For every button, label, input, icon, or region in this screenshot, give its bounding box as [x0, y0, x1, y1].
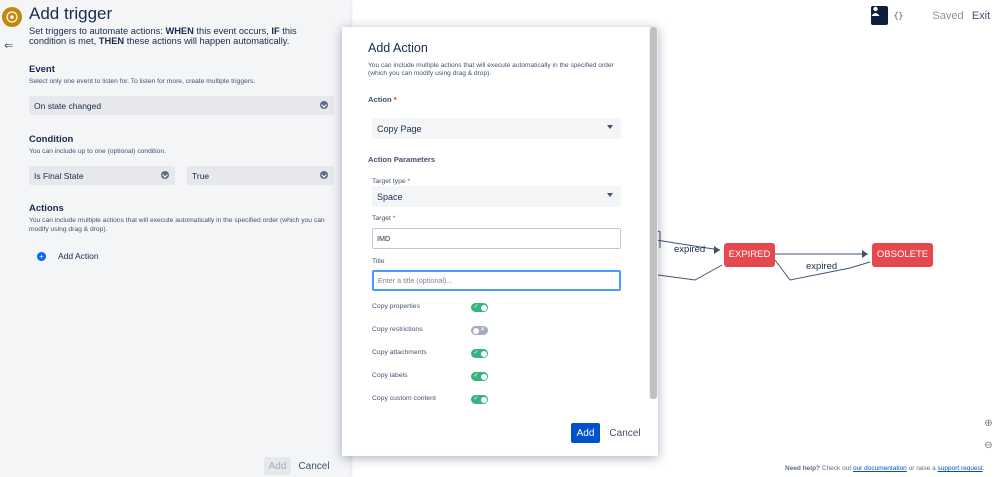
toggle-label: Copy restrictions [372, 326, 423, 333]
desc-text: this event occurs, [196, 26, 269, 36]
need-help-label: Need help? [785, 465, 821, 472]
actions-subtitle: You can include multiple actions that wi… [29, 217, 325, 233]
app-logo-icon [2, 7, 22, 27]
desc-keyword: THEN [98, 36, 125, 46]
title-label: Title [372, 258, 385, 265]
title-input[interactable] [372, 270, 621, 291]
add-action-button[interactable]: + Add Action [37, 251, 99, 261]
trigger-description: Set triggers to automate actions: WHEN t… [29, 26, 334, 46]
panel-add-button[interactable]: Add [264, 457, 291, 475]
copy-attachments-toggle[interactable]: ✓ [471, 349, 488, 358]
state-label-expired: EXPIRED [728, 249, 771, 260]
condition-title: Condition [29, 134, 74, 145]
desc-keyword: WHEN [165, 26, 194, 36]
add-trigger-panel: Add trigger ⇐ Set triggers to automate a… [0, 0, 350, 477]
actions-title: Actions [29, 203, 64, 214]
desc-keyword: IF [271, 26, 280, 36]
footer-period: . [982, 465, 985, 472]
modal-add-button[interactable]: Add [571, 423, 600, 443]
caret-down-icon [607, 193, 613, 197]
modal-cancel-button[interactable]: Cancel [607, 423, 643, 443]
event-select-value: On state changed [34, 100, 102, 111]
check-out-text: Check out [821, 465, 852, 472]
action-label-text: Action [368, 95, 392, 104]
copy-custom-content-toggle[interactable]: ✓ [471, 395, 488, 404]
zoom-out-icon[interactable]: ⊖ [982, 439, 995, 452]
copy-labels-toggle[interactable]: ✓ [471, 372, 488, 381]
panel-title: Add trigger [29, 4, 113, 23]
caret-down-icon [607, 125, 613, 129]
copy-restrictions-toggle[interactable]: ✕ [471, 326, 488, 335]
desc-text: is met, [68, 36, 97, 46]
toggle-label: Copy custom content [372, 395, 436, 402]
event-title: Event [29, 64, 55, 75]
desc-text: these actions will happen automatically. [126, 36, 290, 46]
connector-line [657, 264, 723, 281]
zoom-in-icon[interactable]: ⊕ [982, 417, 995, 430]
toggle-row-copy-restrictions: Copy restrictions ✕ [372, 326, 492, 336]
transition-label: expired [674, 244, 706, 255]
chevron-down-icon [161, 171, 169, 179]
action-select[interactable]: Copy Page [372, 118, 621, 139]
arrowhead [862, 250, 868, 258]
condition-operand-value: True [192, 170, 210, 181]
chevron-down-icon [320, 171, 328, 179]
support-request-link[interactable]: support request [938, 465, 983, 472]
toggle-row-copy-attachments: Copy attachments ✓ [372, 349, 492, 359]
toggle-label: Copy attachments [372, 349, 427, 356]
documentation-link[interactable]: our documentation [853, 465, 907, 472]
saved-status: Saved [932, 9, 964, 22]
toggle-row-copy-labels: Copy labels ✓ [372, 372, 492, 382]
exit-button[interactable]: Exit [970, 6, 992, 25]
desc-text: Set triggers to automate actions: [29, 26, 163, 36]
state-label-obsolete: OBSOLETE [876, 249, 929, 260]
arrowhead [714, 246, 720, 254]
toggle-label: Copy properties [372, 303, 420, 310]
plus-icon: + [37, 251, 46, 261]
user-icon[interactable] [871, 6, 888, 25]
toggle-row-copy-properties: Copy properties ✓ [372, 303, 492, 313]
condition-subtitle: You can include up to one (optional) con… [29, 148, 166, 155]
target-type-value: Space [377, 191, 403, 202]
add-action-label: Add Action [58, 251, 99, 261]
panel-cancel-button[interactable]: Cancel [297, 457, 331, 475]
condition-field-select[interactable]: Is Final State [29, 166, 175, 185]
target-type-label-text: Target type [372, 178, 406, 185]
action-label: Action * [368, 95, 397, 104]
event-subtitle: Select only one event to listen for. To … [29, 78, 256, 85]
modal-title: Add Action [368, 41, 428, 55]
toggle-label: Copy labels [372, 372, 408, 379]
target-label: Target * [372, 215, 396, 222]
condition-operand-select[interactable]: True [187, 166, 334, 185]
copy-properties-toggle[interactable]: ✓ [471, 303, 488, 312]
target-input[interactable] [372, 228, 621, 249]
action-select-value: Copy Page [377, 123, 422, 134]
target-label-text: Target [372, 215, 391, 222]
or-raise-text: or raise a [908, 465, 936, 472]
modal-subtitle: You can include multiple actions that wi… [368, 62, 614, 78]
target-type-label: Target type * [372, 178, 411, 185]
transition-label: expired [806, 261, 838, 272]
footer-help: Need help? Check out our documentation o… [785, 465, 985, 472]
action-parameters-label: Action Parameters [368, 155, 436, 164]
target-type-select[interactable]: Space [372, 186, 621, 207]
modal-scrollbar[interactable] [649, 27, 658, 399]
chevron-down-icon [320, 101, 328, 109]
code-icon[interactable]: {} [890, 6, 907, 25]
condition-field-value: Is Final State [34, 170, 84, 181]
back-arrow-icon[interactable]: ⇐ [4, 39, 13, 52]
toggle-row-copy-custom-content: Copy custom content ✓ [372, 395, 492, 405]
event-select[interactable]: On state changed [29, 96, 334, 115]
